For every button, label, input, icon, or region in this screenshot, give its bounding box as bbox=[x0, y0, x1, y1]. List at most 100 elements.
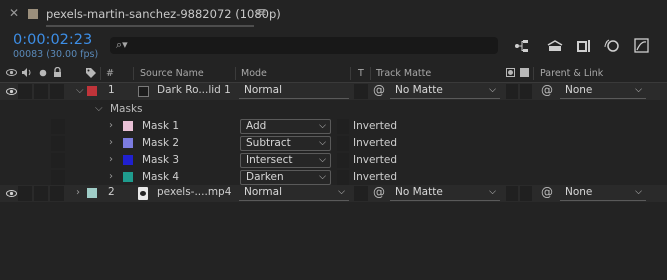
column-headers: # Source Name Mode T Track Matte Parent … bbox=[0, 65, 667, 83]
layer-label-swatch[interactable] bbox=[87, 188, 97, 198]
mask-expand-chevron-icon[interactable]: › bbox=[109, 120, 113, 131]
mask-inverted-label: Inverted bbox=[353, 154, 397, 166]
mask-inverted-checkbox[interactable] bbox=[337, 119, 349, 134]
frame-blending-icon[interactable] bbox=[574, 37, 592, 55]
mask-color-swatch[interactable] bbox=[123, 155, 133, 165]
panel-menu-icon[interactable]: ≡ bbox=[256, 5, 267, 20]
layer-collapse-chevron-icon[interactable]: ⌵ bbox=[76, 85, 84, 96]
audio-switch-cell[interactable] bbox=[18, 84, 32, 99]
lock-switch-cell[interactable] bbox=[50, 186, 64, 201]
frame-count-fps: 00083 (30.00 fps) bbox=[13, 49, 99, 60]
mask-lock-cell[interactable] bbox=[51, 153, 65, 168]
lock-switch-cell[interactable] bbox=[50, 84, 64, 99]
layer-label-swatch[interactable] bbox=[87, 86, 97, 96]
matte-alpha-icon bbox=[506, 68, 515, 77]
layer-name[interactable]: pexels-....mp4 bbox=[157, 186, 231, 198]
masks-group-label: Masks bbox=[110, 103, 143, 115]
mask-row-3[interactable]: › Mask 3 Intersect ⌵ Inverted bbox=[0, 152, 667, 169]
matte-invert-cell[interactable] bbox=[520, 84, 532, 99]
track-matte-dropdown[interactable]: No Matte ⌵ bbox=[390, 84, 500, 99]
matte-alpha-cell[interactable] bbox=[506, 186, 518, 201]
preserve-transparency-cell[interactable] bbox=[354, 186, 368, 201]
mask-name[interactable]: Mask 3 bbox=[142, 154, 179, 166]
layer-visibility-icon[interactable] bbox=[6, 86, 17, 100]
layer-number: 1 bbox=[108, 84, 115, 96]
mask-lock-cell[interactable] bbox=[51, 170, 65, 185]
chevron-down-icon: ⌵ bbox=[319, 155, 326, 165]
chevron-down-icon: ⌵ bbox=[635, 187, 642, 197]
parent-pickwhip-icon[interactable]: @ bbox=[541, 185, 553, 199]
mask-color-swatch[interactable] bbox=[123, 121, 133, 131]
solo-toggle-icon[interactable] bbox=[39, 69, 47, 80]
track-matte-pickwhip-icon[interactable]: @ bbox=[373, 83, 385, 97]
mask-expand-chevron-icon[interactable]: › bbox=[109, 137, 113, 148]
parent-dropdown[interactable]: None ⌵ bbox=[560, 186, 646, 201]
solo-switch-cell[interactable] bbox=[34, 186, 48, 201]
mask-expand-chevron-icon[interactable]: › bbox=[109, 171, 113, 182]
parent-pickwhip-icon[interactable]: @ bbox=[541, 83, 553, 97]
parent-dropdown[interactable]: None ⌵ bbox=[560, 84, 646, 99]
lock-toggle-icon[interactable] bbox=[53, 66, 62, 81]
mask-color-swatch[interactable] bbox=[123, 138, 133, 148]
composition-flowchart-icon[interactable] bbox=[514, 37, 532, 55]
mask-lock-cell[interactable] bbox=[51, 119, 65, 134]
mask-row-4[interactable]: › Mask 4 Darken ⌵ Inverted bbox=[0, 169, 667, 186]
layer-visibility-icon[interactable] bbox=[6, 188, 17, 202]
matte-invert-cell[interactable] bbox=[520, 186, 532, 201]
layer-name[interactable]: Dark Ro...lid 1 bbox=[157, 84, 231, 96]
mask-inverted-label: Inverted bbox=[353, 137, 397, 149]
current-time-display[interactable]: 0:00:02:23 bbox=[13, 32, 92, 48]
mask-expand-chevron-icon[interactable]: › bbox=[109, 154, 113, 165]
mask-mode-dropdown[interactable]: Darken ⌵ bbox=[240, 170, 331, 185]
column-number: # bbox=[106, 68, 114, 79]
layer-mode-dropdown[interactable]: Normal ⌵ bbox=[239, 186, 349, 201]
mask-mode-value: Darken bbox=[246, 171, 284, 183]
preserve-transparency-cell[interactable] bbox=[354, 84, 368, 99]
mask-mode-value: Intersect bbox=[246, 154, 293, 166]
mask-inverted-checkbox[interactable] bbox=[337, 170, 349, 185]
masks-collapse-chevron-icon[interactable]: ⌵ bbox=[95, 103, 103, 114]
mask-lock-cell[interactable] bbox=[51, 136, 65, 151]
motion-blur-icon[interactable] bbox=[603, 37, 621, 55]
column-parent-link: Parent & Link bbox=[540, 68, 604, 79]
mask-inverted-checkbox[interactable] bbox=[337, 136, 349, 151]
audio-switch-cell[interactable] bbox=[18, 186, 32, 201]
solid-layer-icon bbox=[138, 86, 149, 97]
close-tab-icon[interactable]: ✕ bbox=[9, 6, 19, 20]
column-source-name[interactable]: Source Name bbox=[140, 68, 204, 79]
layer-row-1[interactable]: ⌵ 1 Dark Ro...lid 1 Normal @ No Matte ⌵ … bbox=[0, 83, 667, 100]
track-matte-pickwhip-icon[interactable]: @ bbox=[373, 185, 385, 199]
parent-value: None bbox=[565, 84, 593, 96]
composition-color-swatch bbox=[28, 9, 38, 19]
mask-name[interactable]: Mask 4 bbox=[142, 171, 179, 183]
search-icon: ⌕▾ bbox=[116, 38, 128, 51]
mask-name[interactable]: Mask 1 bbox=[142, 120, 179, 132]
chevron-down-icon: ⌵ bbox=[489, 187, 496, 197]
composition-tab-title[interactable]: pexels-martin-sanchez-9882072 (1080p) bbox=[46, 7, 281, 21]
label-color-icon[interactable] bbox=[85, 67, 97, 82]
mask-name[interactable]: Mask 2 bbox=[142, 137, 179, 149]
mask-mode-dropdown[interactable]: Add ⌵ bbox=[240, 119, 331, 134]
track-matte-dropdown[interactable]: No Matte ⌵ bbox=[390, 186, 500, 201]
mask-row-1[interactable]: › Mask 1 Add ⌵ Inverted bbox=[0, 118, 667, 135]
audio-toggle-icon[interactable] bbox=[21, 67, 33, 81]
mask-color-swatch[interactable] bbox=[123, 172, 133, 182]
mask-row-2[interactable]: › Mask 2 Subtract ⌵ Inverted bbox=[0, 135, 667, 152]
mask-mode-value: Subtract bbox=[246, 137, 291, 149]
solo-switch-cell[interactable] bbox=[34, 84, 48, 99]
matte-alpha-cell[interactable] bbox=[506, 84, 518, 99]
composition-tab-bar: ✕ pexels-martin-sanchez-9882072 (1080p) … bbox=[0, 0, 667, 28]
mask-mode-dropdown[interactable]: Subtract ⌵ bbox=[240, 136, 331, 151]
mask-mode-dropdown[interactable]: Intersect ⌵ bbox=[240, 153, 331, 168]
track-matte-value: No Matte bbox=[395, 84, 443, 96]
mask-inverted-checkbox[interactable] bbox=[337, 153, 349, 168]
draft-3d-icon[interactable] bbox=[546, 37, 564, 55]
mask-inverted-label: Inverted bbox=[353, 120, 397, 132]
masks-group-row[interactable]: ⌵ Masks bbox=[0, 101, 667, 118]
layer-row-2[interactable]: › 2 pexels-....mp4 Normal ⌵ @ No Matte ⌵… bbox=[0, 185, 667, 202]
layer-search-input[interactable]: ⌕▾ bbox=[110, 37, 498, 54]
layer-mode-dropdown[interactable]: Normal bbox=[239, 84, 349, 99]
layer-expand-chevron-icon[interactable]: › bbox=[76, 187, 80, 198]
graph-editor-icon[interactable] bbox=[633, 37, 651, 55]
video-toggle-icon[interactable] bbox=[6, 67, 17, 81]
